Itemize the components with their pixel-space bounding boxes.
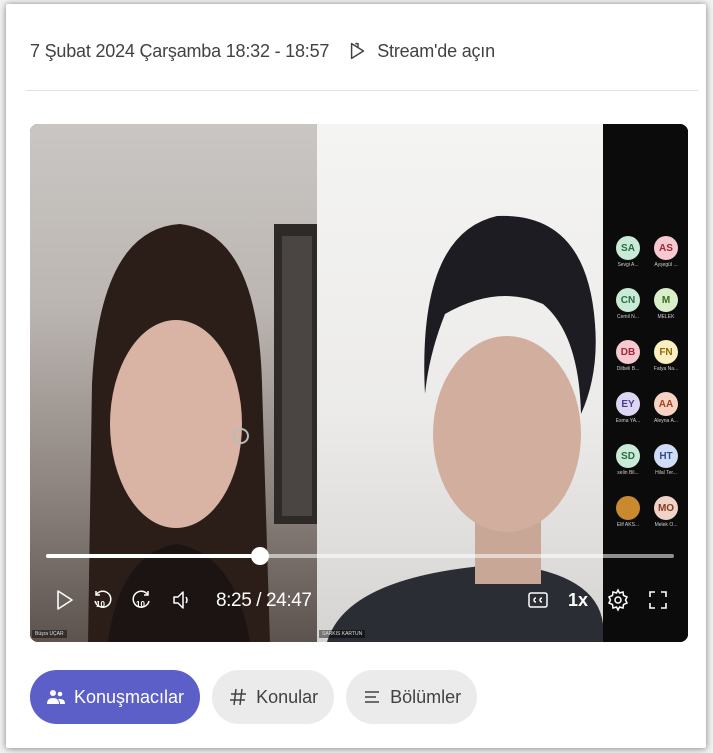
participant-video-left: Büşra UÇAR (30, 124, 317, 642)
participant-right-name: SARKIS KARTUN (319, 630, 366, 638)
attendee-tile: M MELEK (649, 288, 683, 320)
avatar: M (654, 288, 678, 312)
avatar: FN (654, 340, 678, 364)
video-player[interactable]: Büşra UÇAR SARKIS KARTUN SA Sevgi A... AS A… (30, 124, 688, 642)
fullscreen-button[interactable] (646, 588, 670, 612)
tab-chapters-label: Bölümler (390, 686, 462, 707)
recording-header: 7 Şubat 2024 Çarşamba 18:32 - 18:57 Stre… (30, 34, 495, 68)
tab-chapters[interactable]: Bölümler (346, 670, 478, 724)
avatar: MO (654, 496, 678, 520)
stream-icon (351, 42, 365, 60)
avatar: SA (616, 236, 640, 260)
avatar: EY (616, 392, 640, 416)
meeting-time: 7 Şubat 2024 Çarşamba 18:32 - 18:57 (30, 40, 330, 61)
attendee-name: selin Bil... (617, 470, 639, 476)
avatar: DB (616, 340, 640, 364)
forward-seconds: 10 (136, 600, 145, 609)
avatar: CN (616, 288, 640, 312)
avatar: HT (654, 444, 678, 468)
tab-topics[interactable]: Konular (212, 670, 335, 724)
recording-tabs: Konuşmacılar Konular Bölümler (30, 670, 478, 726)
avatar: AS (654, 236, 678, 260)
list-icon (365, 691, 380, 703)
volume-button[interactable] (170, 588, 194, 612)
header-divider (26, 90, 698, 91)
attendee-tile: AA Aleyna A... (649, 392, 683, 424)
progress-fill (46, 554, 260, 558)
progress-bar[interactable] (46, 547, 674, 565)
fullscreen-icon (649, 591, 667, 609)
attendee-tile: Elif AKS... (611, 496, 645, 528)
avatar: AA (654, 392, 678, 416)
attendee-name: Esma YA... (615, 418, 641, 424)
attendee-tile: SA Sevgi A... (611, 236, 645, 268)
attendee-name: Melek O... (654, 522, 678, 528)
attendee-name: Dilbeli B... (616, 366, 640, 372)
attendee-tile: AS Ayşegül ... (649, 236, 683, 268)
attendee-name: Fatya Na... (653, 366, 679, 372)
attendee-tile: EY Esma YA... (611, 392, 645, 424)
forward-button[interactable]: 10 (130, 588, 154, 612)
avatar: SD (616, 444, 640, 468)
gear-icon (607, 588, 629, 612)
attendee-tile: DB Dilbeli B... (611, 340, 645, 372)
closed-captions-icon (528, 592, 548, 608)
attendee-roster: SA Sevgi A... AS Ayşegül ... CN Cemil N... M ME… (603, 124, 688, 642)
tab-topics-label: Konular (256, 686, 319, 707)
tab-speakers-label: Konuşmacılar (74, 686, 185, 707)
avatar (616, 496, 640, 520)
play-button[interactable] (52, 588, 76, 612)
rewind-button[interactable]: 10 (90, 588, 114, 612)
participant-right-figure (327, 215, 603, 642)
attendee-name: Aleyna A... (654, 418, 678, 424)
participant-video-right: SARKIS KARTUN (317, 124, 603, 642)
play-icon (57, 590, 73, 610)
player-controls: 10 10 8:25 / 24:47 1x (30, 582, 688, 622)
people-icon (47, 690, 65, 704)
captions-button[interactable] (526, 588, 550, 612)
tab-speakers[interactable]: Konuşmacılar (30, 670, 201, 724)
playback-speed-button[interactable]: 1x (568, 590, 588, 611)
settings-button[interactable] (606, 588, 630, 612)
attendee-tile: HT Hilal Ter... (649, 444, 683, 476)
attendee-name: MELEK (657, 314, 675, 320)
attendee-name: Cemil N... (617, 314, 639, 320)
attendee-tile: SD selin Bil... (611, 444, 645, 476)
rewind-seconds: 10 (96, 600, 105, 609)
attendee-name: Ayşegül ... (654, 262, 678, 268)
open-in-stream-link[interactable]: Stream'de açın (347, 40, 495, 62)
recording-card: 7 Şubat 2024 Çarşamba 18:32 - 18:57 Stre… (6, 4, 706, 748)
playback-time: 8:25 / 24:47 (216, 590, 312, 611)
attendee-name: Sevgi A... (617, 262, 639, 268)
progress-thumb[interactable] (250, 547, 269, 565)
open-in-stream-label: Stream'de açın (377, 40, 495, 61)
participant-left-figure (88, 224, 317, 642)
participant-left-name: Büşra UÇAR (32, 630, 67, 638)
attendee-name: Elif AKS... (616, 522, 640, 528)
attendee-name: Hilal Ter... (655, 470, 677, 476)
attendee-tile: FN Fatya Na... (649, 340, 683, 372)
volume-icon (173, 591, 188, 609)
attendee-tile: MO Melek O... (649, 496, 683, 528)
attendee-tile: CN Cemil N... (611, 288, 645, 320)
hashtag-icon (230, 688, 247, 706)
